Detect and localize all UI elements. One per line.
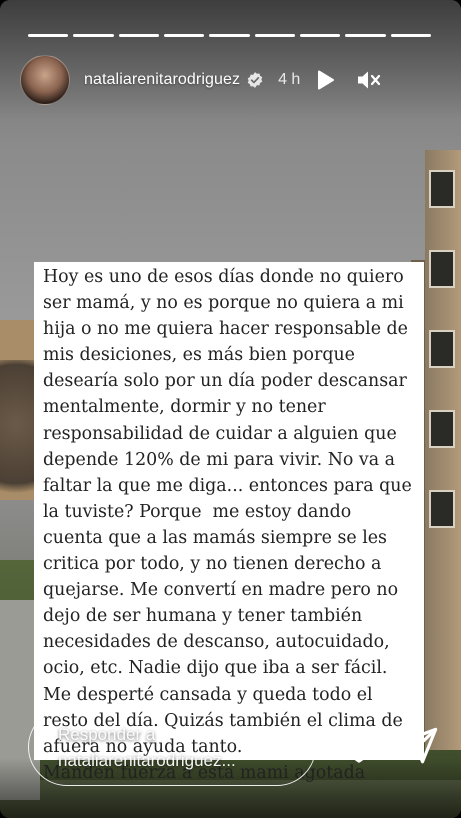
verified-badge-icon (247, 72, 263, 88)
building-window (429, 410, 455, 448)
story-header: natalia​renitarodriguez 4 h (20, 55, 441, 105)
reply-placeholder[interactable]: Responder a nataliarenitarodriguez... (58, 722, 298, 774)
progress-segment (163, 34, 205, 37)
username[interactable]: natalia​renitarodriguez (84, 71, 240, 89)
story-progress-bar (28, 34, 431, 37)
progress-segment (28, 34, 69, 37)
building-window (429, 170, 455, 208)
play-button[interactable] (312, 67, 338, 93)
reply-placeholder-line2: nataliarenitarodriguez... (58, 751, 236, 770)
progress-segment (118, 34, 159, 37)
progress-segment (345, 34, 386, 37)
story-text-line: Hoy es uno de esos días donde no quiero (43, 267, 404, 287)
mute-icon (358, 71, 381, 89)
story-text-line: dejo de ser humana y tener también (43, 606, 363, 627)
background-building-right (425, 150, 461, 750)
story-text-line: desearía solo por un día poder descansar (43, 371, 407, 392)
story-text-line: depende 120% de mi para vivir. No va a (43, 449, 396, 470)
story-text-line: critica por todo, y no tienen derecho a (43, 554, 382, 575)
story-text-line: Me desperté cansada y queda todo el (43, 684, 373, 705)
building-window (429, 490, 455, 528)
play-icon (318, 70, 335, 90)
progress-segment (209, 34, 250, 37)
progress-segment (299, 34, 341, 37)
story-text-line: mentalmente, dormir y no tener (43, 397, 326, 418)
progress-segment (390, 34, 431, 37)
mute-button[interactable] (356, 67, 382, 93)
story-text-line: responsabilidad de cuidar a alguien que (43, 423, 397, 444)
progress-segment (73, 34, 114, 37)
progress-segment (254, 34, 295, 37)
building-window (429, 250, 455, 288)
story-text-line: ser mamá, y no es porque no quiera a mi (43, 293, 404, 314)
story-text-line: ocio, etc. Nadie dijo que iba a ser fáci… (43, 658, 388, 679)
story-text-line: mis desiciones, es más bien porque (43, 345, 355, 366)
story-text-line: quejarse. Me convertí en madre pero no (43, 580, 399, 601)
story-text-line: hija o no me quiera hacer responsable de (43, 319, 408, 340)
post-time: 4 h (278, 71, 301, 88)
story-text-card: Hoy es uno de esos días donde no quiero … (34, 262, 424, 783)
send-icon[interactable] (398, 725, 440, 767)
story-text-line: necesidades de descanso, autocuidado, (43, 632, 390, 653)
story-text-line: cuenta que a las mamás siempre se les (43, 527, 387, 548)
avatar[interactable] (20, 55, 70, 105)
reply-placeholder-line1: Responder a (58, 725, 156, 744)
story-text-line: faltar la que me diga... entonces para q… (43, 475, 412, 496)
story-viewer[interactable]: natalia​renitarodriguez 4 h Hoy es uno d… (0, 0, 461, 818)
building-window (429, 330, 455, 368)
story-text-line: la tuviste? Porque me estoy dando (43, 501, 352, 522)
heart-icon[interactable] (339, 727, 379, 767)
